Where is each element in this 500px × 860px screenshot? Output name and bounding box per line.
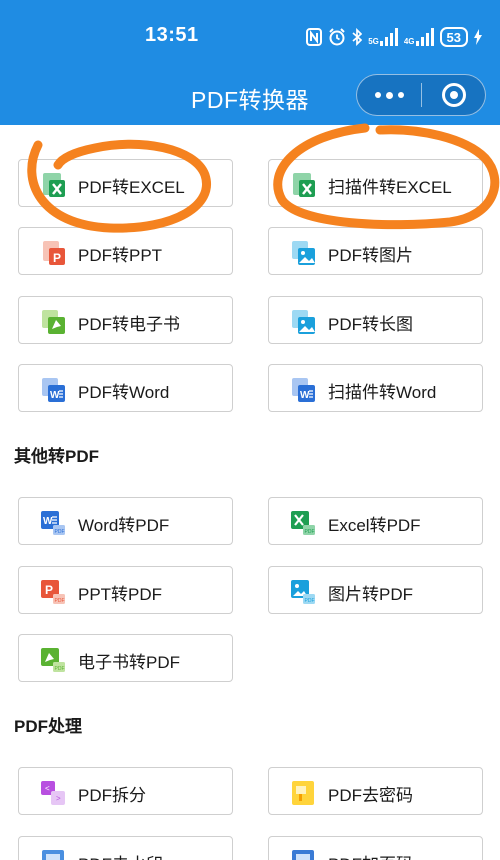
more-dot-icon [385,91,393,99]
tile-label: PDF去密码 [328,786,413,805]
tile-pdf-add-page-number[interactable]: PDF加页码 [268,836,483,860]
more-button[interactable] [357,75,421,115]
charging-icon [474,29,482,45]
more-dot-icon [374,92,381,98]
tile-pdf-to-word[interactable]: W PDF转Word [18,364,233,412]
signal-bars-icon [415,28,434,46]
word-icon: W [42,378,65,402]
image-icon [292,310,315,334]
tile-label: Excel转PDF [328,516,421,535]
watermark-icon [42,850,64,860]
tile-label: 扫描件转EXCEL [328,178,452,197]
battery-indicator: 53 [439,27,468,47]
section-title-pdf-tools: PDF处理 [14,717,82,736]
excel-icon [293,173,315,197]
tile-pdf-remove-password[interactable]: PDF去密码 [268,767,483,815]
tile-label: PDF转Word [78,383,170,402]
mini-program-capsule [356,74,486,116]
svg-text:W: W [43,516,53,527]
tile-label: PDF转长图 [328,315,413,334]
split-icon: < > [41,781,65,805]
app-header: 13:51 5G 4G 53 PDF转换器 [0,0,500,125]
tile-label: PPT转PDF [78,585,163,604]
nfc-icon [306,28,323,46]
close-target-icon [441,83,466,107]
svg-text:P: P [53,251,61,265]
excel-pdf-icon: PDF [291,511,315,535]
svg-text:PDF: PDF [305,598,315,604]
svg-text:W: W [50,390,60,401]
network-type-label: 4G [403,37,415,46]
status-time: 13:51 [145,24,199,46]
tile-pdf-split[interactable]: < > PDF拆分 [18,767,233,815]
tile-pdf-to-excel[interactable]: PDF转EXCEL [18,159,233,207]
svg-text:W: W [300,390,310,401]
tile-label: PDF去水印 [78,850,163,860]
close-button[interactable] [422,75,485,115]
tile-ebook-to-pdf[interactable]: PDF 电子书转PDF [18,634,233,682]
tile-label: PDF转电子书 [78,315,180,334]
tile-ppt-to-pdf[interactable]: P PDF PPT转PDF [18,566,233,614]
tile-label: 图片转PDF [328,585,413,604]
svg-text:PDF: PDF [55,598,65,604]
svg-text:PDF: PDF [55,666,65,672]
image-icon [292,241,315,265]
word-pdf-icon: W PDF [41,511,65,535]
ebook-pdf-icon: PDF [41,648,65,672]
status-icons: 5G 4G 53 [306,26,482,48]
word-icon: W [292,378,315,402]
signal-5g: 5G [368,28,398,46]
svg-text:>: > [56,794,61,803]
bluetooth-icon [352,28,363,46]
section-title-other-to-pdf: 其他转PDF [14,447,99,466]
page-number-icon [292,850,314,860]
tile-label: 电子书转PDF [78,653,180,672]
status-bar: 13:51 5G 4G 53 [0,0,500,72]
svg-text:PDF: PDF [305,529,315,535]
tile-label: Word转PDF [78,516,170,535]
signal-4g: 4G [404,28,434,46]
unlock-icon [292,781,314,805]
excel-icon [43,173,65,197]
tile-label: PDF转PPT [78,246,163,265]
tile-pdf-to-ebook[interactable]: PDF转电子书 [18,296,233,344]
signal-bars-icon [379,28,398,46]
ebook-icon [42,310,65,334]
tile-pdf-to-image[interactable]: PDF转图片 [268,227,483,275]
svg-text:<: < [45,784,50,793]
tile-word-to-pdf[interactable]: W PDF Word转PDF [18,497,233,545]
tile-label: PDF转图片 [328,246,413,265]
ppt-icon: P [43,241,65,265]
network-type-label: 5G [368,37,379,46]
tile-label: 扫描件转Word [328,383,437,402]
svg-text:P: P [45,583,53,597]
battery-level: 53 [446,29,461,45]
tile-excel-to-pdf[interactable]: PDF Excel转PDF [268,497,483,545]
svg-text:PDF: PDF [55,529,65,535]
image-pdf-icon: PDF [291,580,315,604]
tile-label: PDF拆分 [78,786,146,805]
tile-pdf-remove-watermark[interactable]: PDF去水印 [18,836,233,860]
tile-pdf-to-ppt[interactable]: P PDF转PPT [18,227,233,275]
tile-scan-to-word[interactable]: W 扫描件转Word [268,364,483,412]
more-dot-icon [397,92,404,98]
tile-label: PDF转EXCEL [78,178,185,197]
tile-image-to-pdf[interactable]: PDF 图片转PDF [268,566,483,614]
tile-pdf-to-long-image[interactable]: PDF转长图 [268,296,483,344]
tile-label: PDF加页码 [328,850,413,860]
ppt-pdf-icon: P PDF [41,580,65,604]
alarm-icon [329,28,345,46]
tile-scan-to-excel[interactable]: 扫描件转EXCEL [268,159,483,207]
